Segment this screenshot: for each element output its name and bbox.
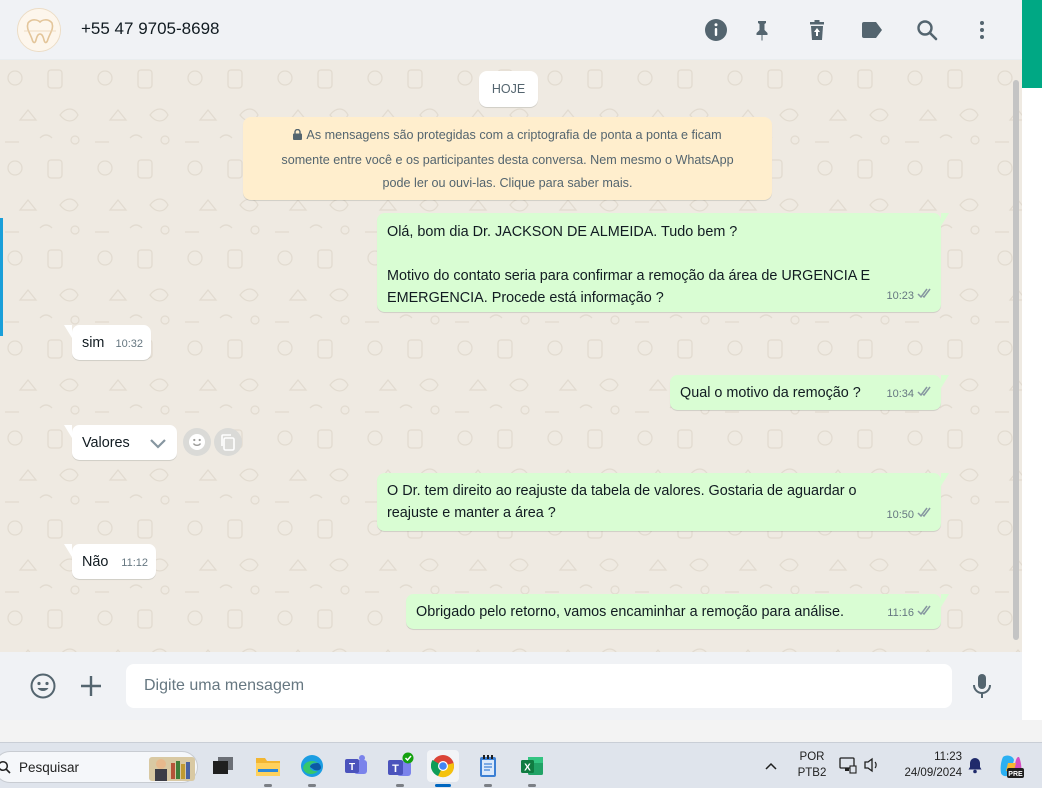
language-indicator[interactable]: POR PTB2 [796,749,828,781]
contact-avatar[interactable] [17,8,61,52]
message-outgoing[interactable]: O Dr. tem direito ao reajuste da tabela … [377,473,949,531]
network-icon[interactable] [839,756,857,779]
message-incoming[interactable]: sim 10:32 [64,325,151,360]
message-time: 10:34 [886,388,914,400]
svg-text:T: T [349,762,355,773]
message-menu-chevron-icon[interactable] [149,435,167,457]
bubble-tail [941,594,949,607]
whatsapp-window: +55 47 9705-8698 HOJE As mensagens são p… [0,0,1022,720]
message-text: O Dr. tem direito ao reajuste da tabela … [387,483,861,521]
bubble-tail [941,213,949,226]
background-window-accent [0,218,3,336]
background-window-edge [1022,0,1042,720]
react-emoji-button[interactable] [183,428,211,456]
double-check-icon [917,383,933,405]
edge-icon[interactable] [296,750,328,787]
message-incoming[interactable]: Valores [64,425,177,460]
encryption-notice[interactable]: As mensagens são protegidas com a cripto… [243,117,772,200]
excel-icon[interactable]: X [516,750,548,787]
chrome-icon[interactable] [427,750,459,787]
emoji-icon[interactable] [29,672,57,700]
smiley-icon [189,434,205,450]
bubble-tail [941,375,949,388]
label-icon[interactable] [858,16,886,44]
message-incoming[interactable]: Não 11:12 [64,544,156,579]
teams-icon[interactable]: T [340,750,372,782]
message-text: Olá, bom dia Dr. JACKSON DE ALMEIDA. Tud… [387,224,871,306]
pin-icon[interactable] [748,16,776,44]
double-check-icon [917,602,933,624]
volume-icon[interactable] [863,756,881,779]
teams-work-icon[interactable]: T [384,750,416,787]
svg-text:X: X [524,763,531,774]
menu-icon[interactable] [968,16,996,44]
taskbar-search-box[interactable]: Pesquisar [0,751,198,783]
notepad-icon[interactable] [472,750,504,787]
desktop-gap [0,720,1042,742]
message-outgoing[interactable]: Olá, bom dia Dr. JACKSON DE ALMEIDA. Tud… [377,213,949,312]
search-highlight-icon [149,753,195,788]
message-time: 10:50 [886,509,914,521]
delete-icon[interactable] [803,16,831,44]
windows-taskbar: Pesquisar T T X POR PTB2 11:23 24/09/202… [0,742,1042,788]
message-input[interactable] [126,664,952,708]
search-icon [0,760,11,779]
message-outgoing[interactable]: Qual o motivo da remoção ? 10:34 [670,375,949,410]
message-time: 10:23 [886,290,914,302]
svg-text:T: T [392,763,399,775]
copilot-badge: PRE [1008,771,1023,778]
message-time: 10:32 [115,338,143,350]
message-text: Obrigado pelo retorno, vamos encaminhar … [416,604,844,620]
conversation-header: +55 47 9705-8698 [0,0,1022,60]
chat-scrollbar[interactable] [1013,80,1019,640]
copy-button[interactable] [214,428,242,456]
copy-icon [221,434,235,451]
notification-bell-icon[interactable] [966,756,984,779]
attach-plus-icon[interactable] [77,672,105,700]
message-list[interactable]: HOJE As mensagens são protegidas com a c… [0,60,1022,652]
info-icon[interactable] [702,16,730,44]
lock-icon [293,125,303,149]
double-check-icon [917,504,933,526]
message-time: 11:16 [887,607,914,619]
search-icon[interactable] [913,16,941,44]
bubble-tail [64,425,72,438]
chevron-up-icon[interactable] [764,758,778,776]
taskbar-search-label: Pesquisar [19,760,80,775]
contact-name[interactable]: +55 47 9705-8698 [81,19,220,39]
message-outgoing[interactable]: Obrigado pelo retorno, vamos encaminhar … [406,594,949,629]
task-view-icon[interactable] [207,750,239,782]
date-divider: HOJE [479,71,538,107]
file-explorer-icon[interactable] [252,750,284,787]
bubble-tail [64,544,72,557]
message-composer [0,652,1022,720]
microphone-icon[interactable] [968,672,996,700]
message-time: 11:12 [121,557,148,569]
taskbar-clock[interactable]: 11:23 24/09/2024 [894,749,962,781]
double-check-icon [917,285,933,307]
bubble-tail [64,325,72,338]
bubble-tail [941,473,949,486]
copilot-icon[interactable]: PRE [998,753,1024,779]
